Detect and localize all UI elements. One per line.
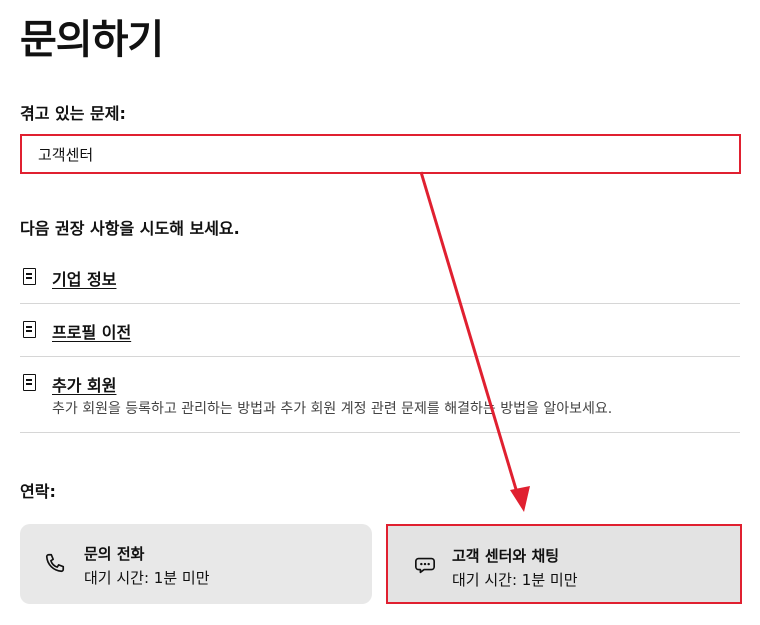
article-description: 추가 회원을 등록하고 관리하는 방법과 추가 회원 계정 관련 문제를 해결하… [52,401,613,417]
chat-bubble-icon [415,557,435,574]
phone-card-wait-time: 대기 시간: 1분 미만 [84,569,210,587]
issue-input-value: 고객센터 [38,145,94,164]
phone-icon [45,553,65,573]
article-title[interactable]: 프로필 이전 [52,319,131,343]
article-company-info[interactable]: 기업 정보 [20,266,740,304]
chat-card-wait-time: 대기 시간: 1분 미만 [452,571,578,589]
document-icon [23,374,36,391]
page-title: 문의하기 [20,17,164,63]
chat-contact-card[interactable]: 고객 센터와 채팅 대기 시간: 1분 미만 [386,524,742,604]
issue-input[interactable]: 고객센터 [20,134,741,174]
contact-heading: 연락: [20,482,56,501]
document-icon [23,268,36,285]
suggestions-heading: 다음 권장 사항을 시도해 보세요. [20,219,240,238]
article-extra-member[interactable]: 추가 회원 추가 회원을 등록하고 관리하는 방법과 추가 회원 계정 관련 문… [20,372,740,433]
phone-contact-card[interactable]: 문의 전화 대기 시간: 1분 미만 [20,524,372,604]
article-title[interactable]: 기업 정보 [52,266,116,290]
phone-card-title: 문의 전화 [84,545,145,563]
article-title[interactable]: 추가 회원 [52,372,116,396]
issue-label: 겪고 있는 문제: [20,104,126,123]
document-icon [23,321,36,338]
chat-card-title: 고객 센터와 채팅 [452,547,560,565]
article-profile-transfer[interactable]: 프로필 이전 [20,319,740,357]
